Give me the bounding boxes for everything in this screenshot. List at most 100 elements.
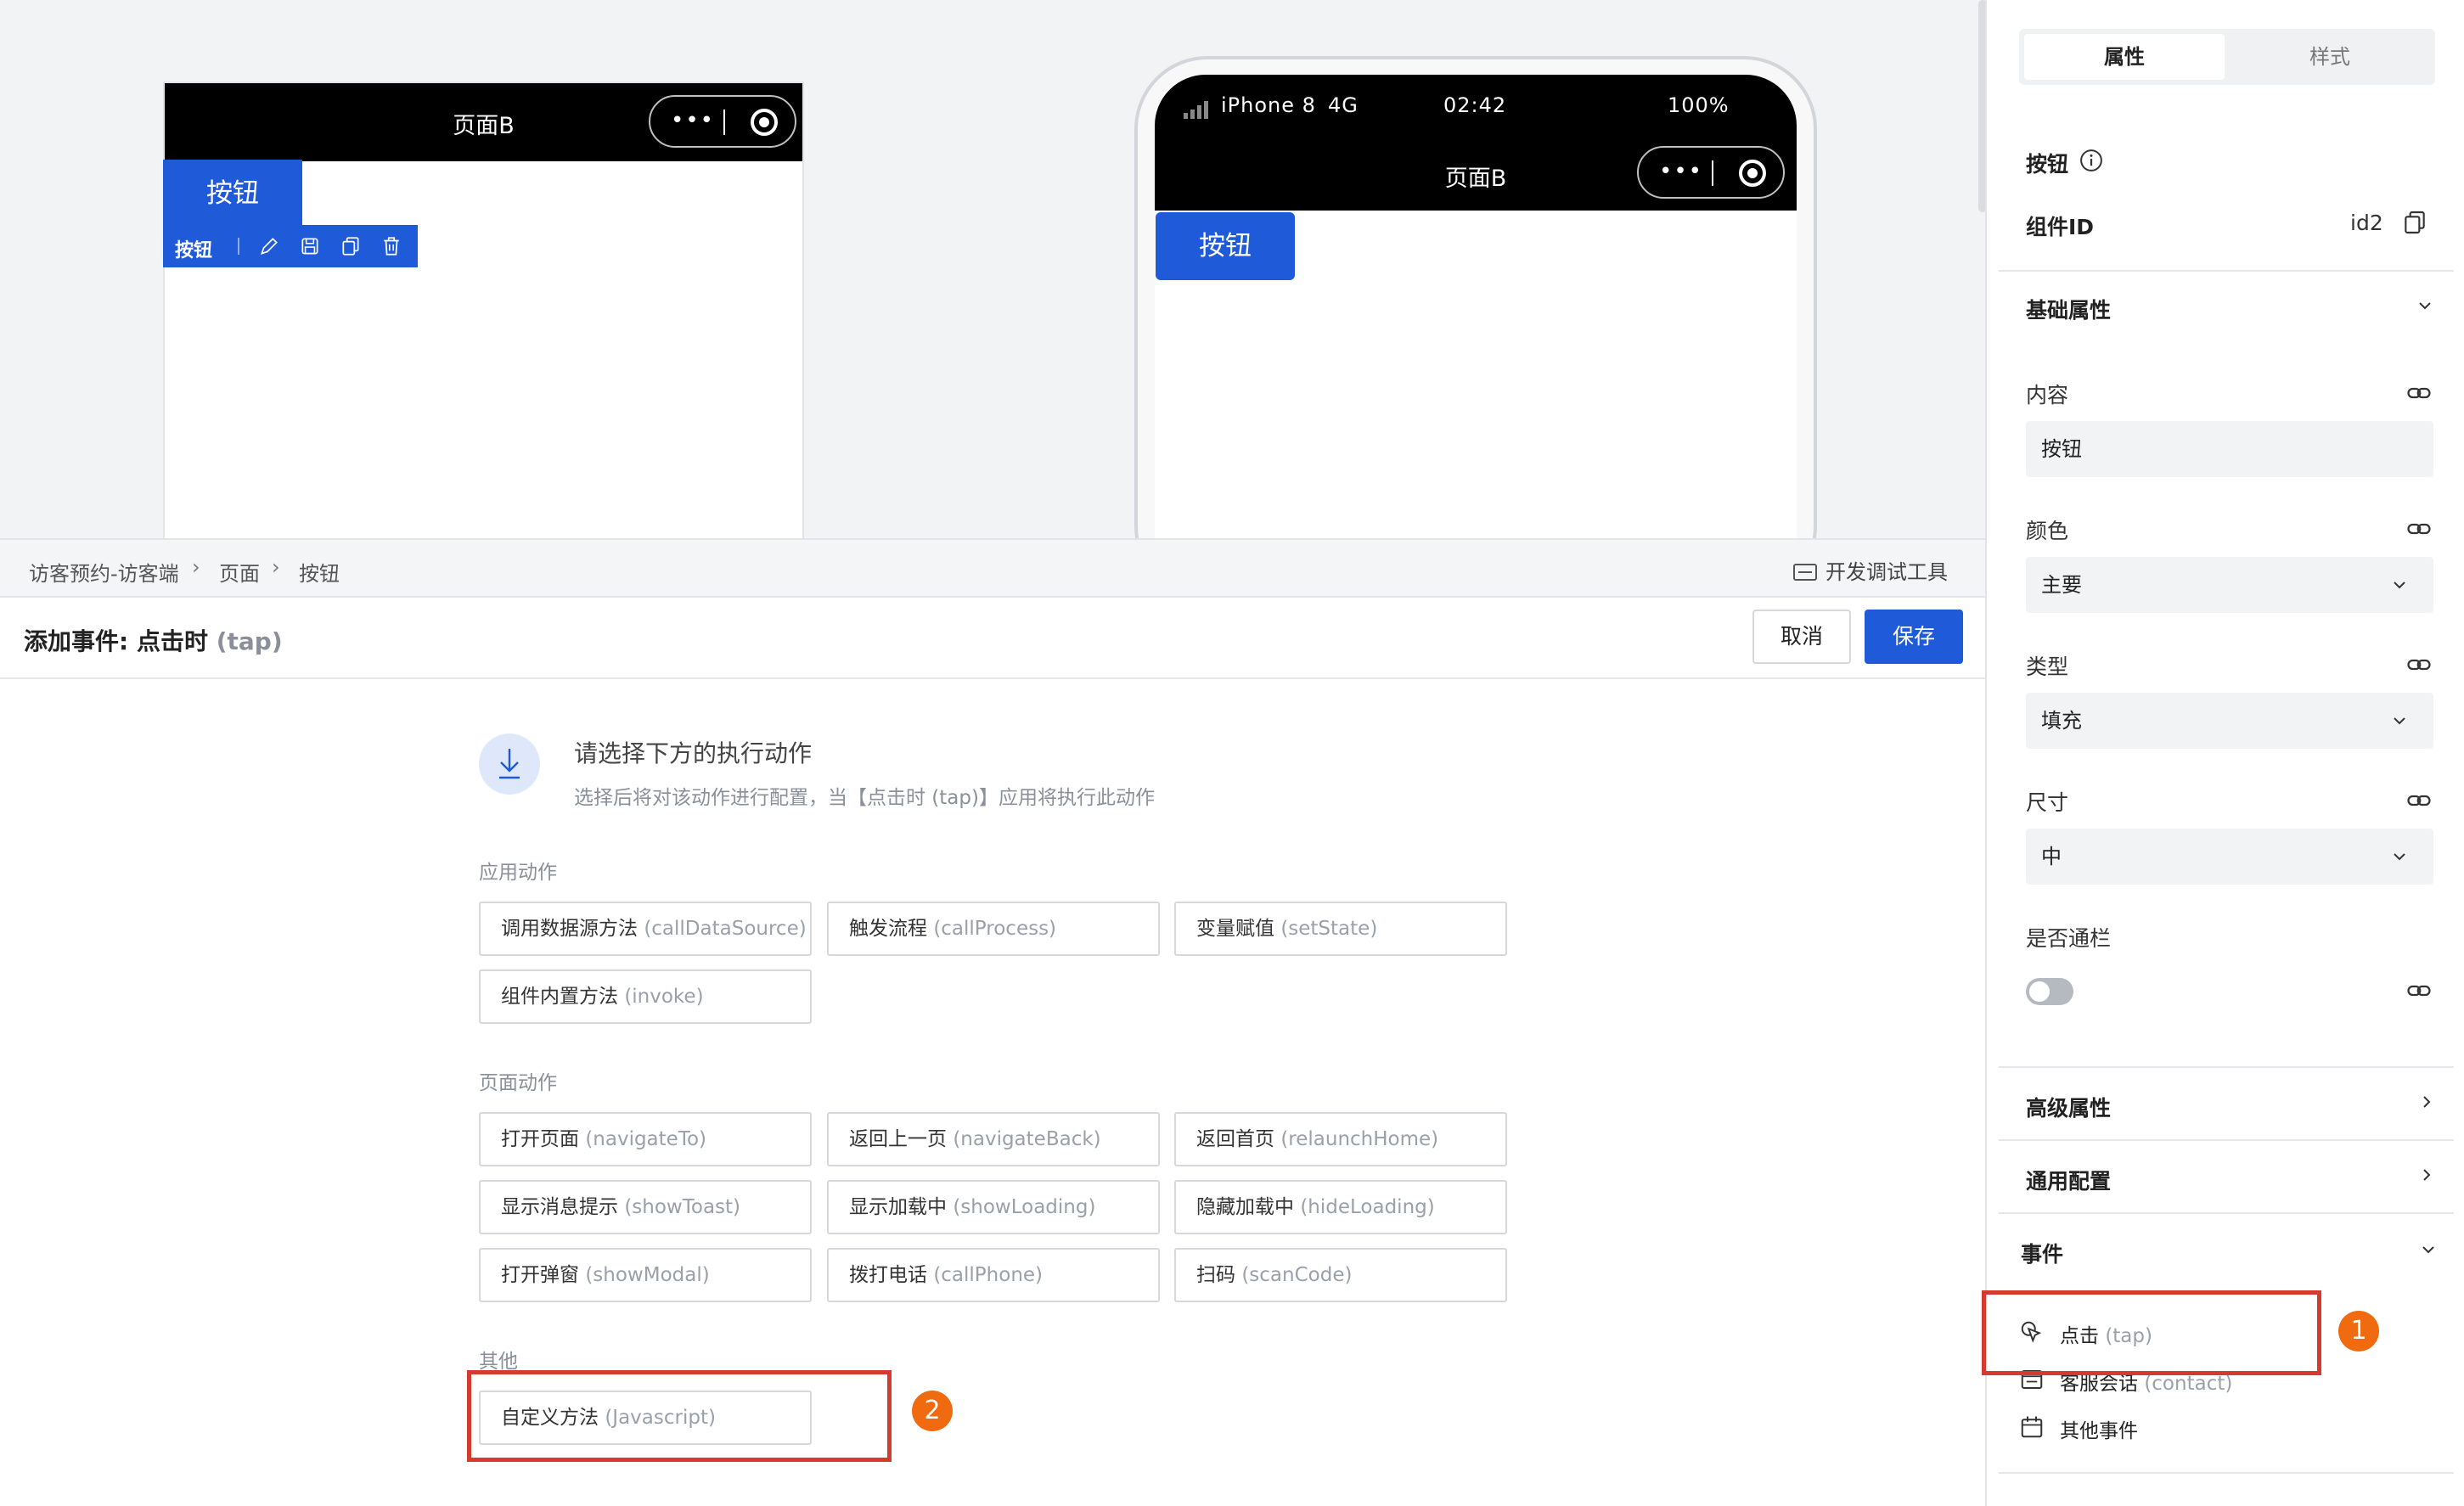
group-label-other: 其他 [479,1351,518,1373]
event-code: (contact) [2144,1373,2233,1395]
type-select-value: 填充 [2041,709,2082,733]
highlight-box-tap-event [1982,1290,2321,1375]
phone-button-component[interactable]: 按钮 [1156,212,1295,280]
battery-label: 100% [1668,93,1730,117]
action-code: (setState) [1280,918,1378,940]
breadcrumb-item-app[interactable]: 访客预约-访客端 [29,557,179,587]
delete-icon[interactable] [380,235,402,257]
canvas-scrollbar[interactable] [1978,0,1985,212]
chevron-down-icon [2394,717,2405,725]
hint-description: 选择后将对该动作进行配置，当【点击时 (tap)】应用将执行此动作 [574,787,1155,809]
action-code: (relaunchHome) [1280,1128,1439,1150]
event-title-main: 添加事件: 点击时 [24,627,208,655]
mini-program-capsule: ••• [649,95,796,148]
highlight-box-custom-method [467,1370,892,1462]
size-select[interactable]: 中 [2026,829,2433,885]
info-icon[interactable] [2079,148,2104,173]
chevron-right-icon[interactable] [2418,1166,2435,1183]
action-invoke[interactable]: 组件内置方法 (invoke) [479,969,812,1024]
section-common-config[interactable]: 通用配置 [2026,1165,2111,1195]
action-label: 变量赋值 [1196,918,1274,940]
section-advanced-properties[interactable]: 高级属性 [2026,1092,2111,1122]
action-label: 打开页面 [501,1128,579,1150]
action-code: (invoke) [624,986,704,1008]
component-id-value: id2 [2350,211,2383,235]
event-item-other[interactable]: 其他事件 [2060,1414,2138,1443]
tab-properties[interactable]: 属性 [2024,34,2225,80]
save-icon[interactable] [299,235,321,257]
action-label: 显示加载中 [849,1196,947,1218]
panel-divider [1999,1066,2454,1068]
action-call-process[interactable]: 触发流程 (callProcess) [827,902,1160,956]
breadcrumb-separator: › [192,555,200,579]
action-show-loading[interactable]: 显示加载中 (showLoading) [827,1180,1160,1234]
action-hide-loading[interactable]: 隐藏加载中 (hideLoading) [1174,1180,1507,1234]
action-label: 扫码 [1196,1264,1235,1286]
section-basic-properties[interactable]: 基础属性 [2026,294,2111,324]
chevron-down-icon[interactable] [2420,1241,2437,1258]
action-call-data-source[interactable]: 调用数据源方法 (callDataSource) [479,902,812,956]
calendar-icon [2021,1416,2043,1438]
group-label-page-actions: 页面动作 [479,1072,557,1094]
selected-button-component[interactable]: 按钮 [163,160,302,228]
network-label: 4G [1328,93,1359,117]
action-show-modal[interactable]: 打开弹窗 (showModal) [479,1248,812,1302]
action-label: 组件内置方法 [501,986,618,1008]
step-badge-1: 1 [2338,1311,2379,1351]
action-set-state[interactable]: 变量赋值 (setState) [1174,902,1507,956]
action-call-phone[interactable]: 拨打电话 (callPhone) [827,1248,1160,1302]
action-scan-code[interactable]: 扫码 (scanCode) [1174,1248,1507,1302]
chevron-right-icon[interactable] [2418,1093,2435,1110]
edit-icon[interactable] [258,235,280,257]
toolbar-component-label: 按钮 [175,240,213,261]
link-icon[interactable] [2406,516,2432,542]
toolbar-divider [238,238,239,255]
action-code: (hideLoading) [1300,1196,1435,1218]
section-events[interactable]: 事件 [2021,1238,2063,1268]
chevron-down-icon[interactable] [2416,297,2433,314]
event-editor-header: 添加事件: 点击时 (tap) 取消 保存 [0,598,1985,679]
design-canvas[interactable]: 页面B ••• 按钮 按钮 iPhone 8 4G 02:42 100% 页面B [0,0,1985,538]
phone-capsule: ••• [1637,146,1785,199]
event-label: 客服会话 [2060,1373,2138,1395]
action-show-toast[interactable]: 显示消息提示 (showToast) [479,1180,812,1234]
tab-styles[interactable]: 样式 [2230,34,2430,80]
action-label: 显示消息提示 [501,1196,618,1218]
close-target-icon [1739,160,1766,187]
link-icon[interactable] [2406,788,2432,813]
action-navigate-back[interactable]: 返回上一页 (navigateBack) [827,1112,1160,1166]
fullwidth-toggle[interactable] [2026,978,2073,1005]
breadcrumb-item-page[interactable]: 页面 [219,557,260,587]
hint-title: 请选择下方的执行动作 [574,739,813,767]
component-name: 按钮 [2026,152,2069,177]
action-relaunch-home[interactable]: 返回首页 (relaunchHome) [1174,1112,1507,1166]
cancel-button[interactable]: 取消 [1752,610,1851,664]
content-input[interactable]: 按钮 [2026,421,2433,477]
capsule-divider [723,110,725,135]
link-icon[interactable] [2406,978,2432,1003]
field-label-content: 内容 [2026,383,2069,407]
phone-screen: iPhone 8 4G 02:42 100% 页面B ••• [1155,75,1797,538]
devtools-label: 开发调试工具 [1825,560,1948,584]
close-target-icon [751,109,778,136]
copy-id-icon[interactable] [2401,209,2428,236]
component-toolbar: 按钮 [163,225,418,267]
link-icon[interactable] [2406,380,2432,406]
color-select-value: 主要 [2041,573,2082,597]
action-navigate-to[interactable]: 打开页面 (navigateTo) [479,1112,812,1166]
save-button[interactable]: 保存 [1865,610,1963,664]
link-icon[interactable] [2406,652,2432,677]
preview-navbar: 页面B ••• [165,83,802,161]
action-code: (callPhone) [933,1264,1044,1286]
copy-icon[interactable] [340,235,362,257]
action-label: 返回首页 [1196,1128,1274,1150]
devtools-button[interactable]: 开发调试工具 [1793,555,1948,585]
breadcrumb-item-button[interactable]: 按钮 [299,557,340,587]
action-code: (navigateTo) [585,1128,707,1150]
signal-icon [1184,101,1208,119]
chevron-down-icon [2394,582,2405,589]
status-time: 02:42 [1443,93,1507,117]
type-select[interactable]: 填充 [2026,693,2433,749]
group-label-app-actions: 应用动作 [479,862,557,884]
color-select[interactable]: 主要 [2026,557,2433,613]
